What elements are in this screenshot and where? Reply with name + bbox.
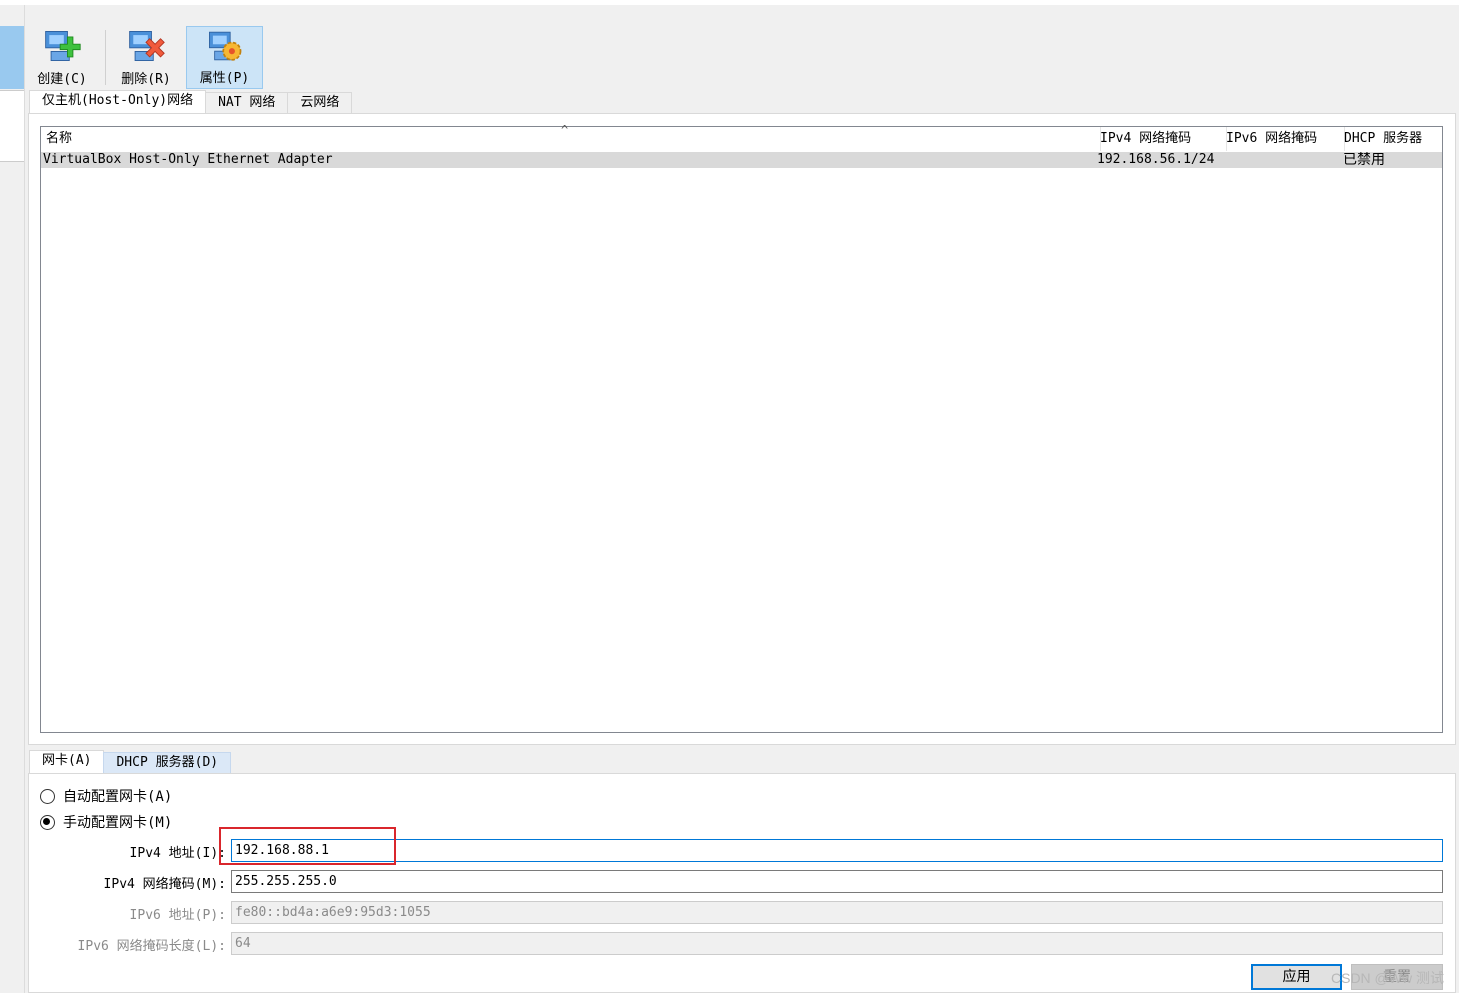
left-sidebar-panel <box>0 90 24 162</box>
auto-config-option[interactable]: 自动配置网卡(A) <box>40 786 172 806</box>
apply-button[interactable]: 应用 <box>1251 964 1342 990</box>
adapter-detail-tabs: 网卡(A) DHCP 服务器(D) <box>29 750 232 774</box>
highlight-annotation-box <box>219 827 396 865</box>
tab-dhcp-server[interactable]: DHCP 服务器(D) <box>103 752 232 774</box>
row-ipv4: 192.168.56.1/24 <box>1097 152 1215 167</box>
toolbar-separator <box>105 30 106 85</box>
delete-button[interactable]: 删除(R) <box>114 26 178 89</box>
column-header-ipv4[interactable]: IPv4 网络掩码 <box>1095 127 1227 151</box>
create-button-label: 创建(C) <box>37 72 87 87</box>
ipv4-address-input[interactable]: 192.168.88.1 <box>231 839 1443 862</box>
manual-config-option[interactable]: 手动配置网卡(M) <box>40 812 172 832</box>
ipv4-mask-label: IPv4 网络掩码(M): <box>103 877 226 892</box>
column-header-ipv4-label: IPv4 网络掩码 <box>1100 131 1192 146</box>
manual-config-label: 手动配置网卡(M) <box>63 815 173 831</box>
column-header-name-label: 名称 <box>46 131 73 146</box>
create-button[interactable]: 创建(C) <box>30 26 94 89</box>
network-type-tabs: 仅主机(Host-Only)网络 NAT 网络 云网络 <box>29 90 353 114</box>
column-header-name[interactable]: 名称 <box>41 127 1101 151</box>
column-header-ipv6-label: IPv6 网络掩码 <box>1226 131 1318 146</box>
tab-adapter[interactable]: 网卡(A) <box>29 750 105 774</box>
ipv4-mask-input[interactable]: 255.255.255.0 <box>231 870 1443 893</box>
ipv4-address-label: IPv4 地址(I): <box>129 846 226 861</box>
column-header-dhcp[interactable]: DHCP 服务器 <box>1339 127 1447 151</box>
ipv6-address-label: IPv6 地址(P): <box>129 908 226 923</box>
tab-host-only[interactable]: 仅主机(Host-Only)网络 <box>29 90 207 114</box>
network-list[interactable]: 名称 ^ IPv4 网络掩码 IPv6 网络掩码 DHCP 服务器 Virtua… <box>40 123 1443 733</box>
ipv6-prefix-length-label: IPv6 网络掩码长度(L): <box>77 939 226 954</box>
row-dhcp: 已禁用 <box>1343 152 1385 168</box>
auto-config-radio[interactable] <box>40 788 55 804</box>
properties-button-label: 属性(P) <box>199 71 250 86</box>
network-add-icon <box>45 31 81 61</box>
watermark: CSDN @Ww 测试 <box>1331 970 1444 986</box>
window-top-edge <box>0 0 1459 5</box>
sort-ascending-icon: ^ <box>561 123 569 137</box>
column-header-ipv6[interactable]: IPv6 网络掩码 <box>1221 127 1345 151</box>
ipv6-prefix-length-input: 64 <box>231 932 1443 955</box>
network-delete-icon <box>129 31 165 61</box>
row-name: VirtualBox Host-Only Ethernet Adapter <box>43 152 333 167</box>
network-properties-gear-icon <box>208 31 241 61</box>
table-row[interactable]: VirtualBox Host-Only Ethernet Adapter 19… <box>41 152 1442 168</box>
manual-config-radio[interactable] <box>40 814 55 830</box>
delete-button-label: 删除(R) <box>121 72 171 87</box>
left-sidebar-selected-item[interactable] <box>0 26 24 89</box>
column-header-dhcp-label: DHCP 服务器 <box>1344 131 1423 146</box>
tab-nat-network[interactable]: NAT 网络 <box>205 92 289 114</box>
ipv6-address-input: fe80::bd4a:a6e9:95d3:1055 <box>231 901 1443 924</box>
auto-config-label: 自动配置网卡(A) <box>63 789 173 805</box>
tab-cloud-network[interactable]: 云网络 <box>287 92 353 114</box>
properties-button[interactable]: 属性(P) <box>186 26 263 89</box>
